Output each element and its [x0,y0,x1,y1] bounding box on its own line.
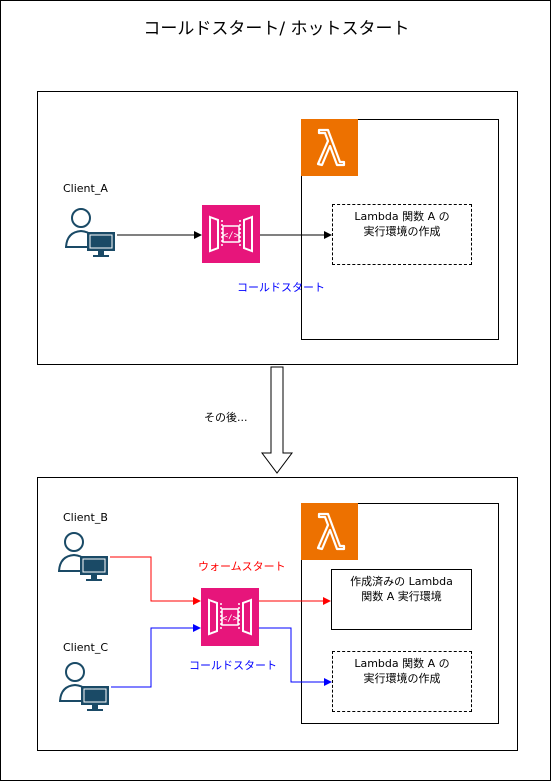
arrow-api-to-new-env [259,627,332,686]
diagram-canvas: コールドスタート/ ホットスタート Lambda 関数 A の 実行環境の作成 … [0,0,551,781]
connectors-layer [110,231,332,688]
arrow-client-b-to-api [110,556,201,605]
transition-arrow [261,366,293,474]
arrow-client-c-to-api [111,624,201,688]
